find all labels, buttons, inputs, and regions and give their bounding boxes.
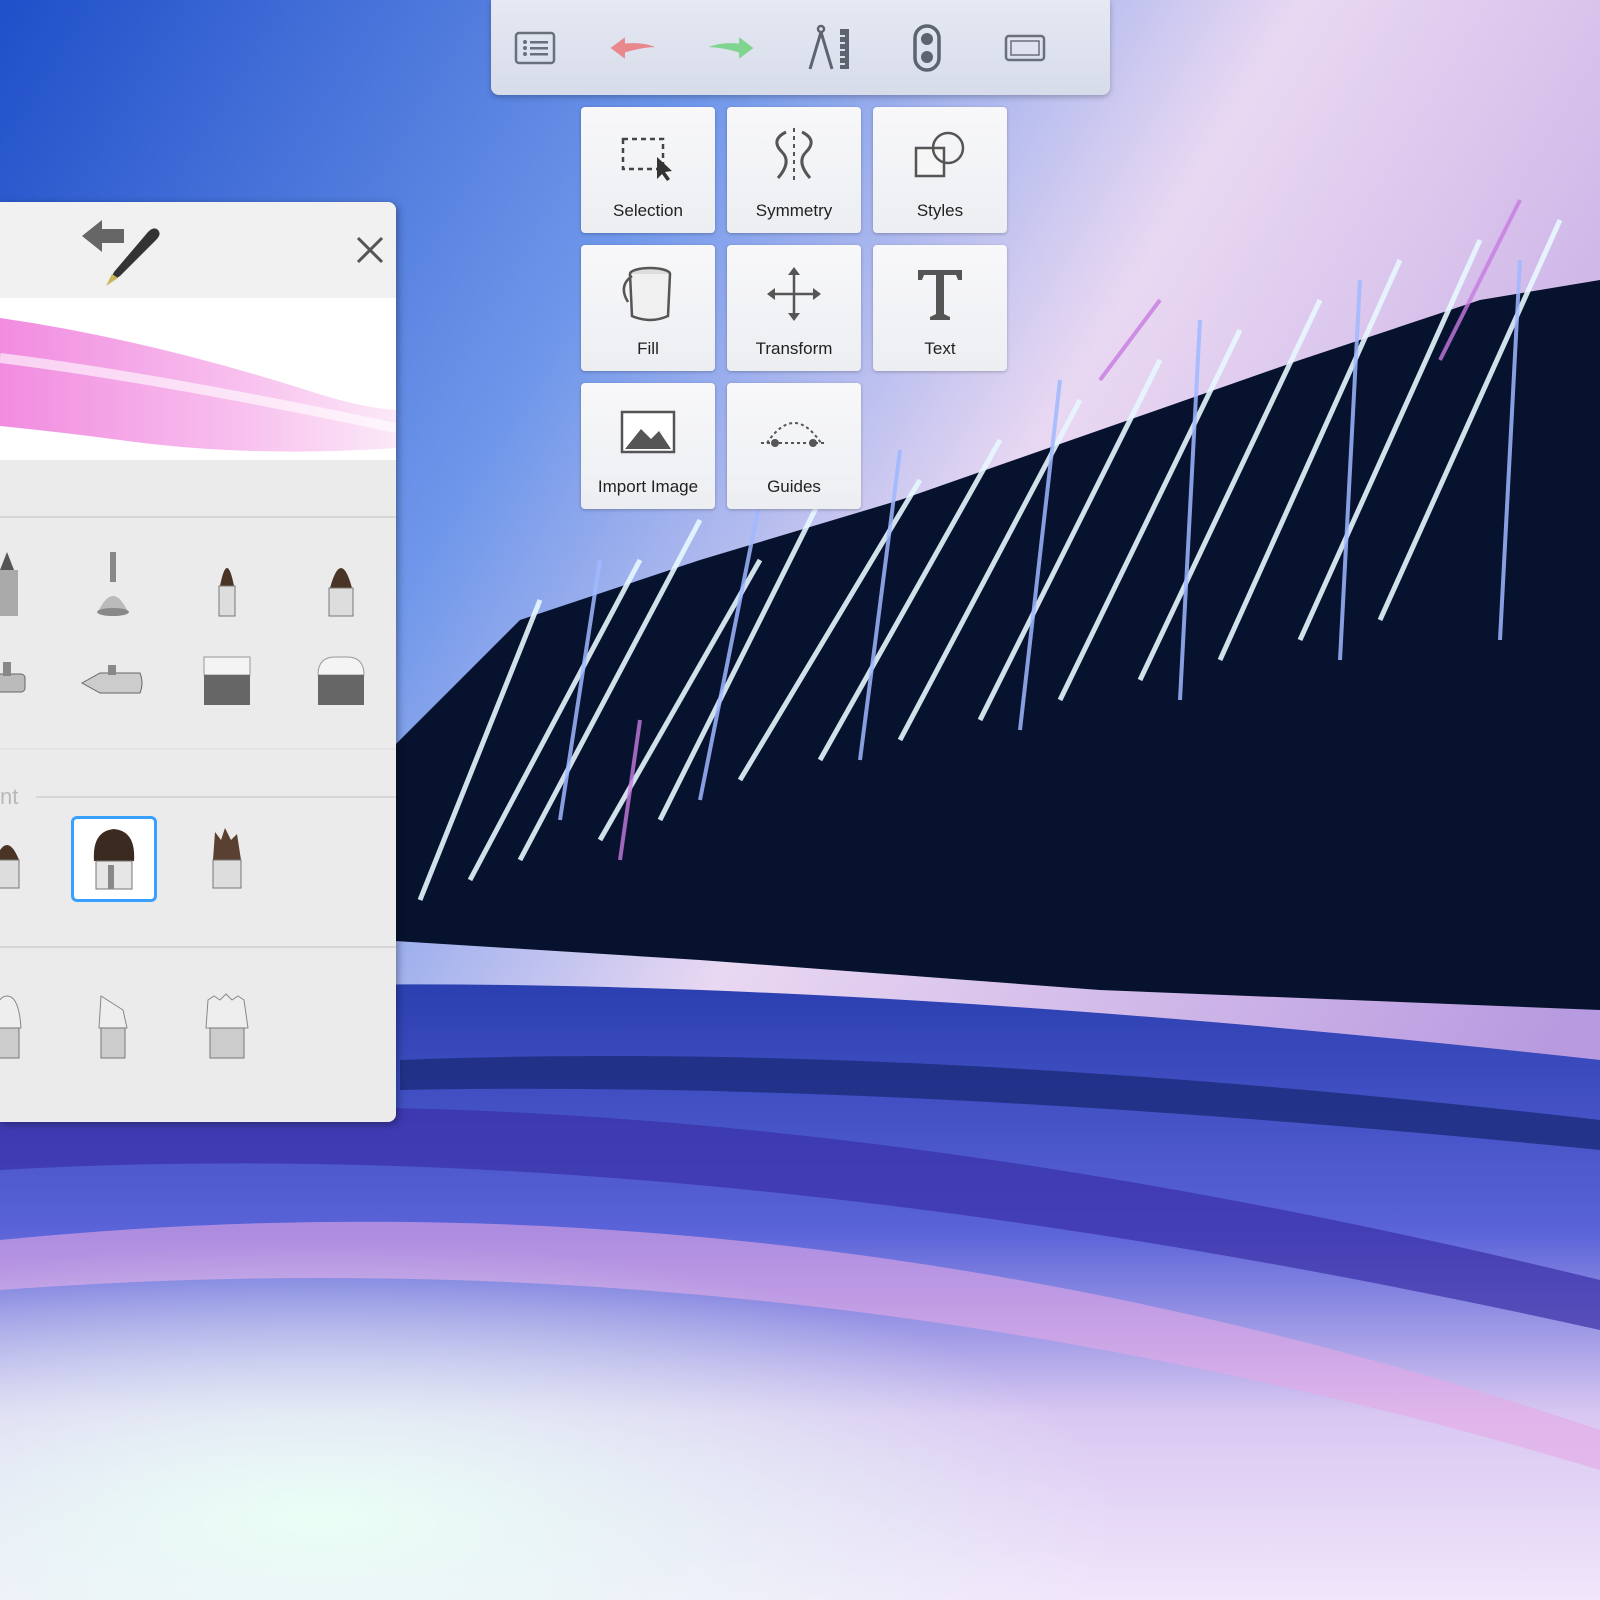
import-image-label: Import Image xyxy=(597,477,699,496)
fullscreen-frame-icon xyxy=(1004,34,1046,62)
top-toolbar xyxy=(491,0,1110,95)
list-icon xyxy=(514,31,556,65)
brush-eraser-hard[interactable] xyxy=(190,644,264,718)
bristle-brush-icon xyxy=(0,995,22,1059)
divider xyxy=(0,516,396,518)
guides-curve-icon xyxy=(761,422,827,447)
fill-label: Fill xyxy=(637,339,659,358)
brush-paint-round[interactable] xyxy=(0,822,44,896)
guides-tool[interactable]: Guides xyxy=(727,383,861,509)
undo-button[interactable] xyxy=(607,24,659,72)
brush-panel-header xyxy=(0,202,396,298)
brush-bristle-2[interactable] xyxy=(76,990,150,1064)
lock-toggle-icon xyxy=(913,24,941,72)
styles-label: Styles xyxy=(916,201,964,220)
close-icon[interactable] xyxy=(350,230,390,270)
selection-marquee-icon xyxy=(621,137,672,181)
brush-bristle-3[interactable] xyxy=(190,990,264,1064)
ballpoint-pen-icon xyxy=(97,552,129,616)
styles-tool[interactable]: Styles xyxy=(873,107,1007,233)
image-icon xyxy=(620,410,676,454)
brush-ballpoint[interactable] xyxy=(76,548,150,622)
paint-bucket-icon xyxy=(622,266,672,322)
brush-eraser-soft[interactable] xyxy=(304,644,378,718)
brush-marker[interactable] xyxy=(0,548,44,622)
brush-back-icon[interactable] xyxy=(78,214,162,290)
divider xyxy=(0,946,396,948)
brush-stroke-preview xyxy=(0,298,396,460)
brush-paint-angled[interactable] xyxy=(190,822,264,896)
redo-arrow-icon xyxy=(708,37,754,59)
undo-arrow-icon xyxy=(610,37,656,59)
symmetry-label: Symmetry xyxy=(755,201,833,220)
fullscreen-button[interactable] xyxy=(999,24,1051,72)
import-image-tool[interactable]: Import Image xyxy=(581,383,715,509)
brush-round-large[interactable] xyxy=(304,548,378,622)
styles-shapes-icon xyxy=(914,131,965,178)
fill-tool[interactable]: Fill xyxy=(581,245,715,371)
brush-round-small[interactable] xyxy=(190,548,264,622)
layers-list-button[interactable] xyxy=(509,24,561,72)
soft-eraser-icon xyxy=(317,656,365,705)
move-arrows-icon xyxy=(767,267,821,321)
redo-button[interactable] xyxy=(705,24,757,72)
selection-label: Selection xyxy=(613,201,683,220)
lock-toggle-button[interactable] xyxy=(901,24,953,72)
brush-bristle-1[interactable] xyxy=(0,990,44,1064)
round-brush-large-icon xyxy=(328,568,354,617)
transform-label: Transform xyxy=(755,339,833,358)
angled-brush-icon xyxy=(212,828,242,889)
flat-paint-brush-icon xyxy=(93,829,135,890)
transform-tool[interactable]: Transform xyxy=(727,245,861,371)
symmetry-icon xyxy=(775,128,813,184)
paint-brush-icon xyxy=(0,845,20,889)
airbrush-nozzle-icon xyxy=(80,665,143,694)
marker-icon xyxy=(0,552,18,616)
symmetry-tool[interactable]: Symmetry xyxy=(727,107,861,233)
compass-ruler-icon xyxy=(808,24,849,70)
divider xyxy=(0,748,396,750)
round-brush-icon xyxy=(218,568,236,617)
wide-bristle-brush-icon xyxy=(205,993,249,1059)
fan-bristle-brush-icon xyxy=(98,995,128,1059)
selection-tool[interactable]: Selection xyxy=(581,107,715,233)
stroke-preview-graphic xyxy=(0,318,396,452)
paint-section-title: nt xyxy=(0,784,19,809)
brush-airbrush[interactable] xyxy=(0,644,44,718)
eraser-icon xyxy=(203,656,251,705)
ruler-tools-button[interactable] xyxy=(803,24,855,72)
text-t-icon xyxy=(918,270,962,320)
brush-library-panel: nt xyxy=(0,202,396,1122)
brush-airbrush-nozzle[interactable] xyxy=(76,644,150,718)
text-label: Text xyxy=(924,339,956,358)
brush-paint-flat-selected[interactable] xyxy=(71,816,157,902)
guides-label: Guides xyxy=(767,477,821,496)
airbrush-icon xyxy=(0,662,26,693)
text-tool[interactable]: Text xyxy=(873,245,1007,371)
section-divider xyxy=(36,796,396,798)
